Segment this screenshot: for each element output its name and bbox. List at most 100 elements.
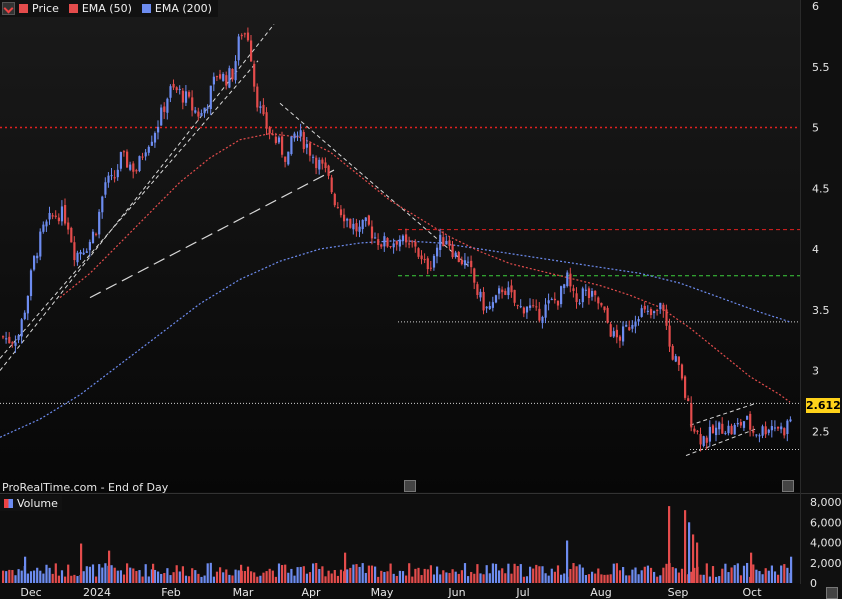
volume-bar (711, 566, 715, 583)
volume-bar (780, 565, 783, 583)
volume-bar (188, 576, 191, 583)
volume-bar (786, 567, 789, 583)
volume-bar (625, 575, 628, 583)
candle-body (191, 97, 194, 111)
candle-body (42, 224, 45, 232)
candle-body (113, 177, 116, 179)
candle-body (426, 258, 429, 270)
candle-body (5, 338, 8, 340)
volume-bar (634, 567, 637, 583)
volume-bar (674, 568, 677, 583)
collapse-toggle-icon[interactable] (2, 2, 15, 15)
candle-body (206, 107, 209, 109)
legend-ema200[interactable]: EMA (200) (138, 2, 212, 15)
candle-body (594, 291, 597, 296)
candle-body (656, 309, 659, 311)
candle-body (194, 110, 197, 113)
candle-body (569, 273, 572, 287)
candle-body (662, 304, 665, 311)
settings-icon[interactable] (826, 587, 838, 599)
candle-body (383, 236, 386, 247)
volume-bar (271, 570, 274, 583)
candle-body (578, 302, 581, 304)
volume-spike (750, 552, 753, 583)
candle-body (609, 324, 612, 337)
volume-legend[interactable]: Volume (0, 495, 62, 511)
volume-spike (696, 542, 699, 583)
volume-tick-label: 6,000k (810, 516, 842, 529)
candle-body (423, 259, 426, 261)
volume-bar (163, 573, 166, 583)
volume-bar (253, 572, 256, 583)
candle-body (296, 135, 299, 137)
volume-bar (60, 570, 64, 583)
volume-bar (442, 570, 445, 583)
y-tick-label: 3.5 (812, 304, 830, 317)
candle-body (262, 104, 265, 115)
volume-bar (256, 576, 259, 583)
volume-bar (615, 563, 618, 583)
info-icon[interactable] (782, 480, 794, 492)
volume-bar (222, 572, 225, 583)
legend-ema50-swatch (68, 4, 78, 13)
volume-bar (110, 565, 113, 583)
candle-body (445, 240, 448, 244)
volume-bar (104, 563, 107, 583)
candle-body (436, 247, 439, 257)
volume-bar (420, 575, 423, 583)
volume-bar (82, 571, 85, 583)
candle-body (240, 35, 243, 37)
volume-bar (39, 570, 42, 583)
candle-body (364, 217, 367, 222)
volume-bar (584, 575, 587, 583)
volume-bar (212, 576, 215, 583)
volume-bar (631, 569, 634, 583)
candle-body (95, 233, 98, 235)
volume-bar (724, 563, 727, 583)
volume-bar (547, 575, 550, 583)
volume-bar (727, 572, 730, 583)
candle-body (643, 305, 646, 310)
calendar-icon[interactable] (404, 480, 416, 492)
legend-price-swatch (19, 4, 28, 13)
candle-body (339, 209, 343, 216)
volume-bar (219, 567, 222, 583)
candle-body (315, 157, 318, 169)
legend-ema50[interactable]: EMA (50) (65, 2, 132, 15)
volume-bar (327, 570, 330, 583)
candle-body (290, 136, 293, 155)
candle-body (147, 146, 150, 153)
volume-bar (26, 573, 29, 583)
candle-body (126, 151, 129, 168)
legend-price[interactable]: Price (15, 2, 59, 15)
volume-bar (470, 571, 473, 583)
candle-body (773, 427, 777, 429)
volume-bar (318, 569, 321, 583)
volume-bar (587, 574, 591, 583)
candle-body (336, 207, 339, 209)
candle-body (668, 325, 671, 347)
candle-body (411, 241, 414, 243)
volume-bar (51, 573, 54, 583)
candle-body (628, 327, 631, 331)
volume-bar (488, 573, 491, 583)
axis-bg (800, 0, 842, 599)
candle-body (98, 211, 101, 235)
candle-body (60, 206, 64, 222)
volume-bar (20, 570, 23, 583)
candle-body (653, 311, 656, 314)
volume-bar (358, 566, 361, 583)
volume-bar (5, 571, 8, 583)
volume-bar (767, 570, 770, 583)
volume-bar (181, 566, 184, 583)
candle-body (718, 422, 721, 430)
volume-bar (296, 567, 299, 583)
volume-bar (160, 573, 163, 583)
candle-body (649, 308, 653, 316)
candle-body (268, 127, 271, 134)
candle-body (299, 130, 302, 137)
volume-tick-label: 4,000k (810, 537, 842, 550)
volume-bar (761, 574, 764, 583)
candle-body (631, 324, 634, 329)
candle-body (395, 241, 398, 245)
